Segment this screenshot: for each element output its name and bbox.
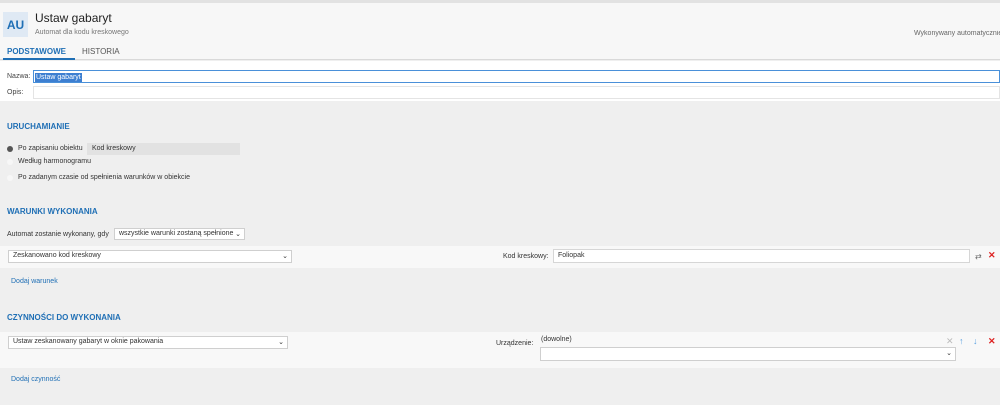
- tab-historia[interactable]: HISTORIA: [82, 47, 120, 56]
- device-label: Urządzenie:: [496, 340, 534, 347]
- launch-option-label: Po zapisaniu obiektu: [18, 145, 83, 152]
- rule-label: Automat zostanie wykonany, gdy: [7, 231, 109, 238]
- condition-type-select[interactable]: Zeskanowano kod kreskowy ⌄: [8, 250, 292, 263]
- condition-row: Zeskanowano kod kreskowy ⌄ Kod kreskowy:…: [0, 246, 1000, 268]
- active-tab-indicator: [3, 58, 75, 60]
- object-select-value: Kod kreskowy: [92, 145, 136, 152]
- section-title-conditions: WARUNKI WYKONANIA: [7, 207, 98, 216]
- basic-form: Nazwa: Ustaw gabaryt Opis:: [0, 61, 1000, 101]
- page-header: AU Ustaw gabaryt Automat dla kodu kresko…: [0, 3, 1000, 43]
- arrow-down-icon[interactable]: ↓: [973, 337, 978, 346]
- avatar: AU: [3, 12, 28, 37]
- device-select[interactable]: ⌄: [540, 347, 956, 361]
- radio-unchecked-icon[interactable]: [7, 174, 13, 181]
- launch-option-delayed[interactable]: Po zadanym czasie od spełnienia warunków…: [7, 172, 190, 183]
- device-current-value: (dowolne): [541, 336, 572, 343]
- arrow-up-icon[interactable]: ↑: [959, 337, 964, 346]
- section-title-actions: CZYNNOŚCI DO WYKONANIA: [7, 313, 121, 322]
- action-type-select[interactable]: Ustaw zeskanowany gabaryt w oknie pakowa…: [8, 336, 288, 349]
- variables-icon[interactable]: ⇄: [975, 252, 982, 261]
- action-type-value: Ustaw zeskanowany gabaryt w oknie pakowa…: [13, 338, 164, 345]
- launch-option-on-save[interactable]: Po zapisaniu obiektu: [7, 143, 83, 154]
- clear-icon[interactable]: ✕: [946, 337, 954, 346]
- rule-select-value: wszystkie warunki zostaną spełnione: [119, 230, 234, 237]
- action-row: Ustaw zeskanowany gabaryt w oknie pakowa…: [0, 332, 1000, 368]
- chevron-down-icon: ⌄: [235, 231, 241, 238]
- tab-podstawowe[interactable]: PODSTAWOWE: [7, 47, 66, 56]
- delete-action-icon[interactable]: ✕: [988, 337, 996, 346]
- radio-checked-icon[interactable]: [7, 145, 13, 152]
- delete-condition-icon[interactable]: ✕: [988, 251, 996, 260]
- chevron-down-icon: ⌄: [278, 339, 284, 346]
- chevron-down-icon: ⌄: [946, 350, 952, 357]
- page-title: Ustaw gabaryt: [35, 11, 112, 25]
- chevron-down-icon: ⌄: [282, 253, 288, 260]
- launch-option-label: Według harmonogramu: [18, 158, 92, 165]
- barcode-label: Kod kreskowy:: [503, 253, 549, 260]
- launch-option-schedule[interactable]: Według harmonogramu: [7, 156, 91, 167]
- rule-select[interactable]: wszystkie warunki zostaną spełnione ⌄: [114, 228, 245, 240]
- object-select[interactable]: Kod kreskowy: [87, 143, 240, 155]
- radio-unchecked-icon[interactable]: [7, 158, 13, 165]
- desc-label: Opis:: [7, 89, 24, 96]
- add-action-link[interactable]: Dodaj czynność: [11, 376, 60, 383]
- condition-type-value: Zeskanowano kod kreskowy: [13, 252, 101, 259]
- page-subtitle: Automat dla kodu kreskowego: [35, 29, 129, 36]
- desc-input[interactable]: [33, 86, 1000, 99]
- add-condition-link[interactable]: Dodaj warunek: [11, 278, 58, 285]
- name-input[interactable]: Ustaw gabaryt: [33, 70, 1000, 83]
- barcode-input[interactable]: Foliopak: [553, 249, 970, 263]
- launch-option-label: Po zadanym czasie od spełnienia warunków…: [18, 174, 190, 181]
- barcode-value: Foliopak: [558, 252, 585, 259]
- tab-bar: PODSTAWOWE HISTORIA: [0, 43, 1000, 60]
- name-value: Ustaw gabaryt: [35, 73, 82, 82]
- name-label: Nazwa:: [7, 73, 31, 80]
- status-text: Wykonywany automatycznie: [914, 30, 1000, 37]
- section-title-launch: URUCHAMIANIE: [7, 122, 70, 131]
